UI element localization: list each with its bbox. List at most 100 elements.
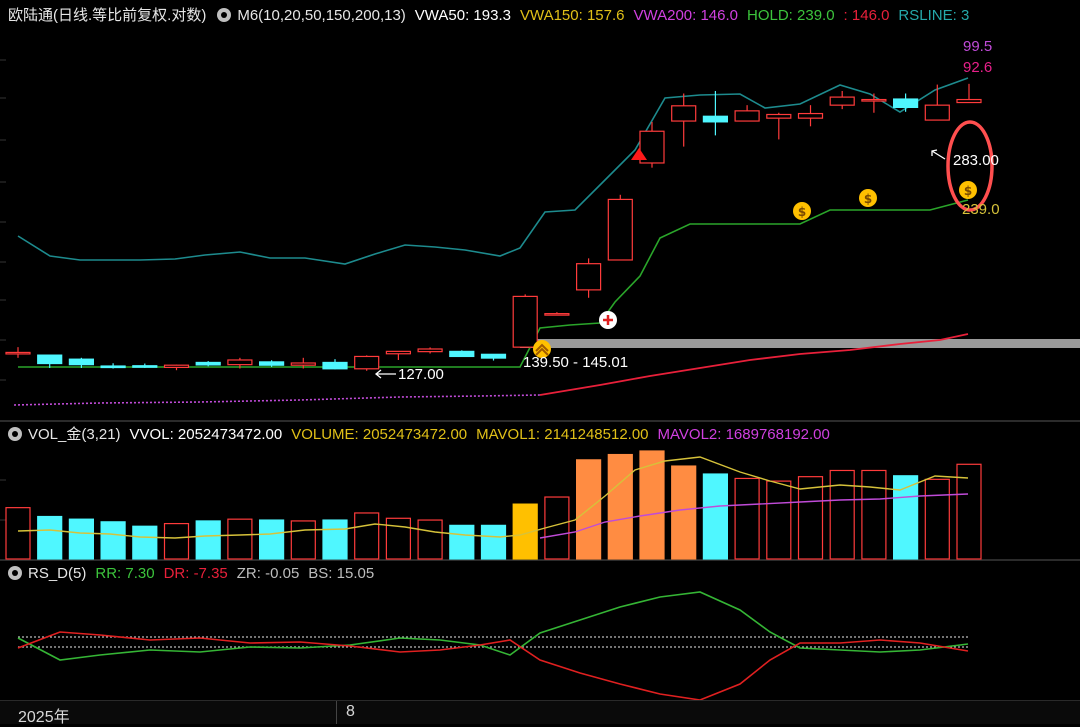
volume-bar	[607, 453, 633, 560]
rs-title: RS_D(5)	[28, 565, 87, 582]
candle-body	[544, 313, 570, 316]
candle-body	[671, 105, 697, 122]
volume-bar	[37, 515, 63, 560]
volume-bar	[354, 512, 380, 560]
settings-gear-icon[interactable]	[217, 8, 232, 22]
candle-body	[259, 361, 285, 366]
left-axis-ticks	[0, 59, 6, 521]
volume-bar	[227, 518, 253, 560]
candle-body	[734, 110, 760, 122]
colon-146-label: : 146.0	[843, 7, 890, 24]
main-title: 欧陆通(日线.等比前复权.对数)	[8, 7, 207, 24]
mavol2-label: MAVOL2: 1689768192.00	[657, 426, 830, 443]
volume-bar	[132, 525, 158, 560]
vol-settings-gear-icon[interactable]	[8, 427, 22, 441]
rsline-second-label: 92.6	[963, 59, 992, 76]
volume-bar	[68, 518, 95, 560]
price-range-band	[520, 339, 1080, 348]
vol-title: VOL_金(3,21)	[28, 426, 121, 443]
rs-settings-gear-icon[interactable]	[8, 566, 22, 580]
candle-body	[385, 350, 411, 355]
volume-bar	[702, 473, 729, 560]
volume-bar	[766, 480, 792, 560]
candle-body	[227, 359, 253, 366]
candle-body	[163, 364, 190, 369]
volume-bar	[290, 520, 316, 560]
candle-body	[892, 98, 919, 109]
m6-label: M6(10,20,50,150,200,13)	[237, 7, 406, 24]
rr-series	[17, 591, 969, 661]
volume-bar	[163, 522, 190, 560]
hold-value-label: 239.0	[962, 201, 1000, 218]
volume-bar	[195, 520, 221, 560]
candle-body	[100, 365, 126, 369]
month-label: 8	[346, 703, 355, 720]
candle-body	[354, 355, 380, 370]
candle-body	[449, 350, 475, 358]
zr-label: ZR: -0.05	[236, 565, 300, 582]
volume-bar	[861, 469, 887, 560]
candle-body	[766, 113, 792, 119]
rsline-top-label: 99.5	[963, 38, 992, 55]
candle-body	[132, 365, 158, 368]
volume-bar	[449, 524, 475, 560]
vwa-purple-series	[13, 394, 541, 406]
axis-separator	[336, 701, 337, 724]
candle-body	[5, 351, 31, 355]
volume-bars	[5, 450, 982, 560]
vwa200-label: VWA200: 146.0	[633, 7, 738, 24]
svg-text:$: $	[864, 192, 872, 206]
money-bag-icon-1: $	[793, 202, 811, 220]
candle-body	[797, 112, 824, 119]
candle-body	[37, 354, 63, 365]
money-bag-icon-3: $	[959, 181, 977, 199]
candle-body	[607, 198, 633, 261]
candle-body	[68, 358, 95, 366]
rsline-series	[17, 77, 969, 265]
volume-bar	[480, 524, 507, 560]
volume-bar	[924, 478, 950, 560]
svg-text:$: $	[964, 184, 972, 198]
volume-bar	[5, 507, 31, 560]
volume-bar	[671, 465, 697, 560]
rsline-label: RSLINE: 3	[898, 7, 970, 24]
candle-body	[829, 96, 855, 106]
volume-bar	[734, 477, 760, 560]
volume-bar	[417, 519, 443, 560]
volume-bar	[322, 519, 348, 560]
candle-body	[861, 98, 887, 102]
candle-body	[480, 353, 507, 359]
dr-label: DR: -7.35	[163, 565, 228, 582]
vol-header: VOL_金(3,21) VVOL: 2052473472.00 VOLUME: 20…	[0, 423, 1080, 447]
hold-label: HOLD: 239.0	[747, 7, 835, 24]
year-label: 2025年	[18, 709, 70, 726]
candlestick-series	[5, 83, 982, 371]
main-header: 欧陆通(日线.等比前复权.对数) M6(10,20,50,150,200,13) V…	[0, 4, 1080, 28]
volume-label: VOLUME: 2052473472.00	[291, 426, 468, 443]
low-arrow-icon	[374, 369, 396, 379]
svg-text:$: $	[798, 205, 806, 219]
volume-bar	[385, 517, 411, 560]
high-arrow-icon	[931, 149, 946, 160]
range-label: 139.50 - 145.01	[523, 354, 628, 371]
candle-body	[575, 263, 602, 291]
volume-bar	[956, 463, 982, 560]
mavol1-label: MAVOL1: 2141248512.00	[476, 426, 649, 443]
candle-body	[195, 361, 221, 366]
plus-marker-icon	[599, 311, 617, 329]
candle-body	[290, 362, 316, 366]
time-axis: 2025年 8	[0, 700, 1080, 726]
high-price-label: 283.00	[953, 152, 999, 169]
vwa50-label: VWA50: 193.3	[414, 7, 511, 24]
dr-series	[17, 631, 969, 700]
candle-body	[417, 348, 443, 353]
volume-bar	[544, 496, 570, 560]
low-price-label: 127.00	[398, 366, 444, 383]
candle-body	[956, 98, 982, 104]
volume-bar	[100, 521, 126, 560]
chart-canvas[interactable]: $ $ $ 127.00 139.50 - 145.01 283.00 239.…	[0, 0, 1080, 700]
vwa150-label: VWA150: 157.6	[519, 7, 625, 24]
candle-body	[702, 115, 729, 123]
rr-label: RR: 7.30	[95, 565, 155, 582]
volume-bar	[829, 469, 855, 560]
